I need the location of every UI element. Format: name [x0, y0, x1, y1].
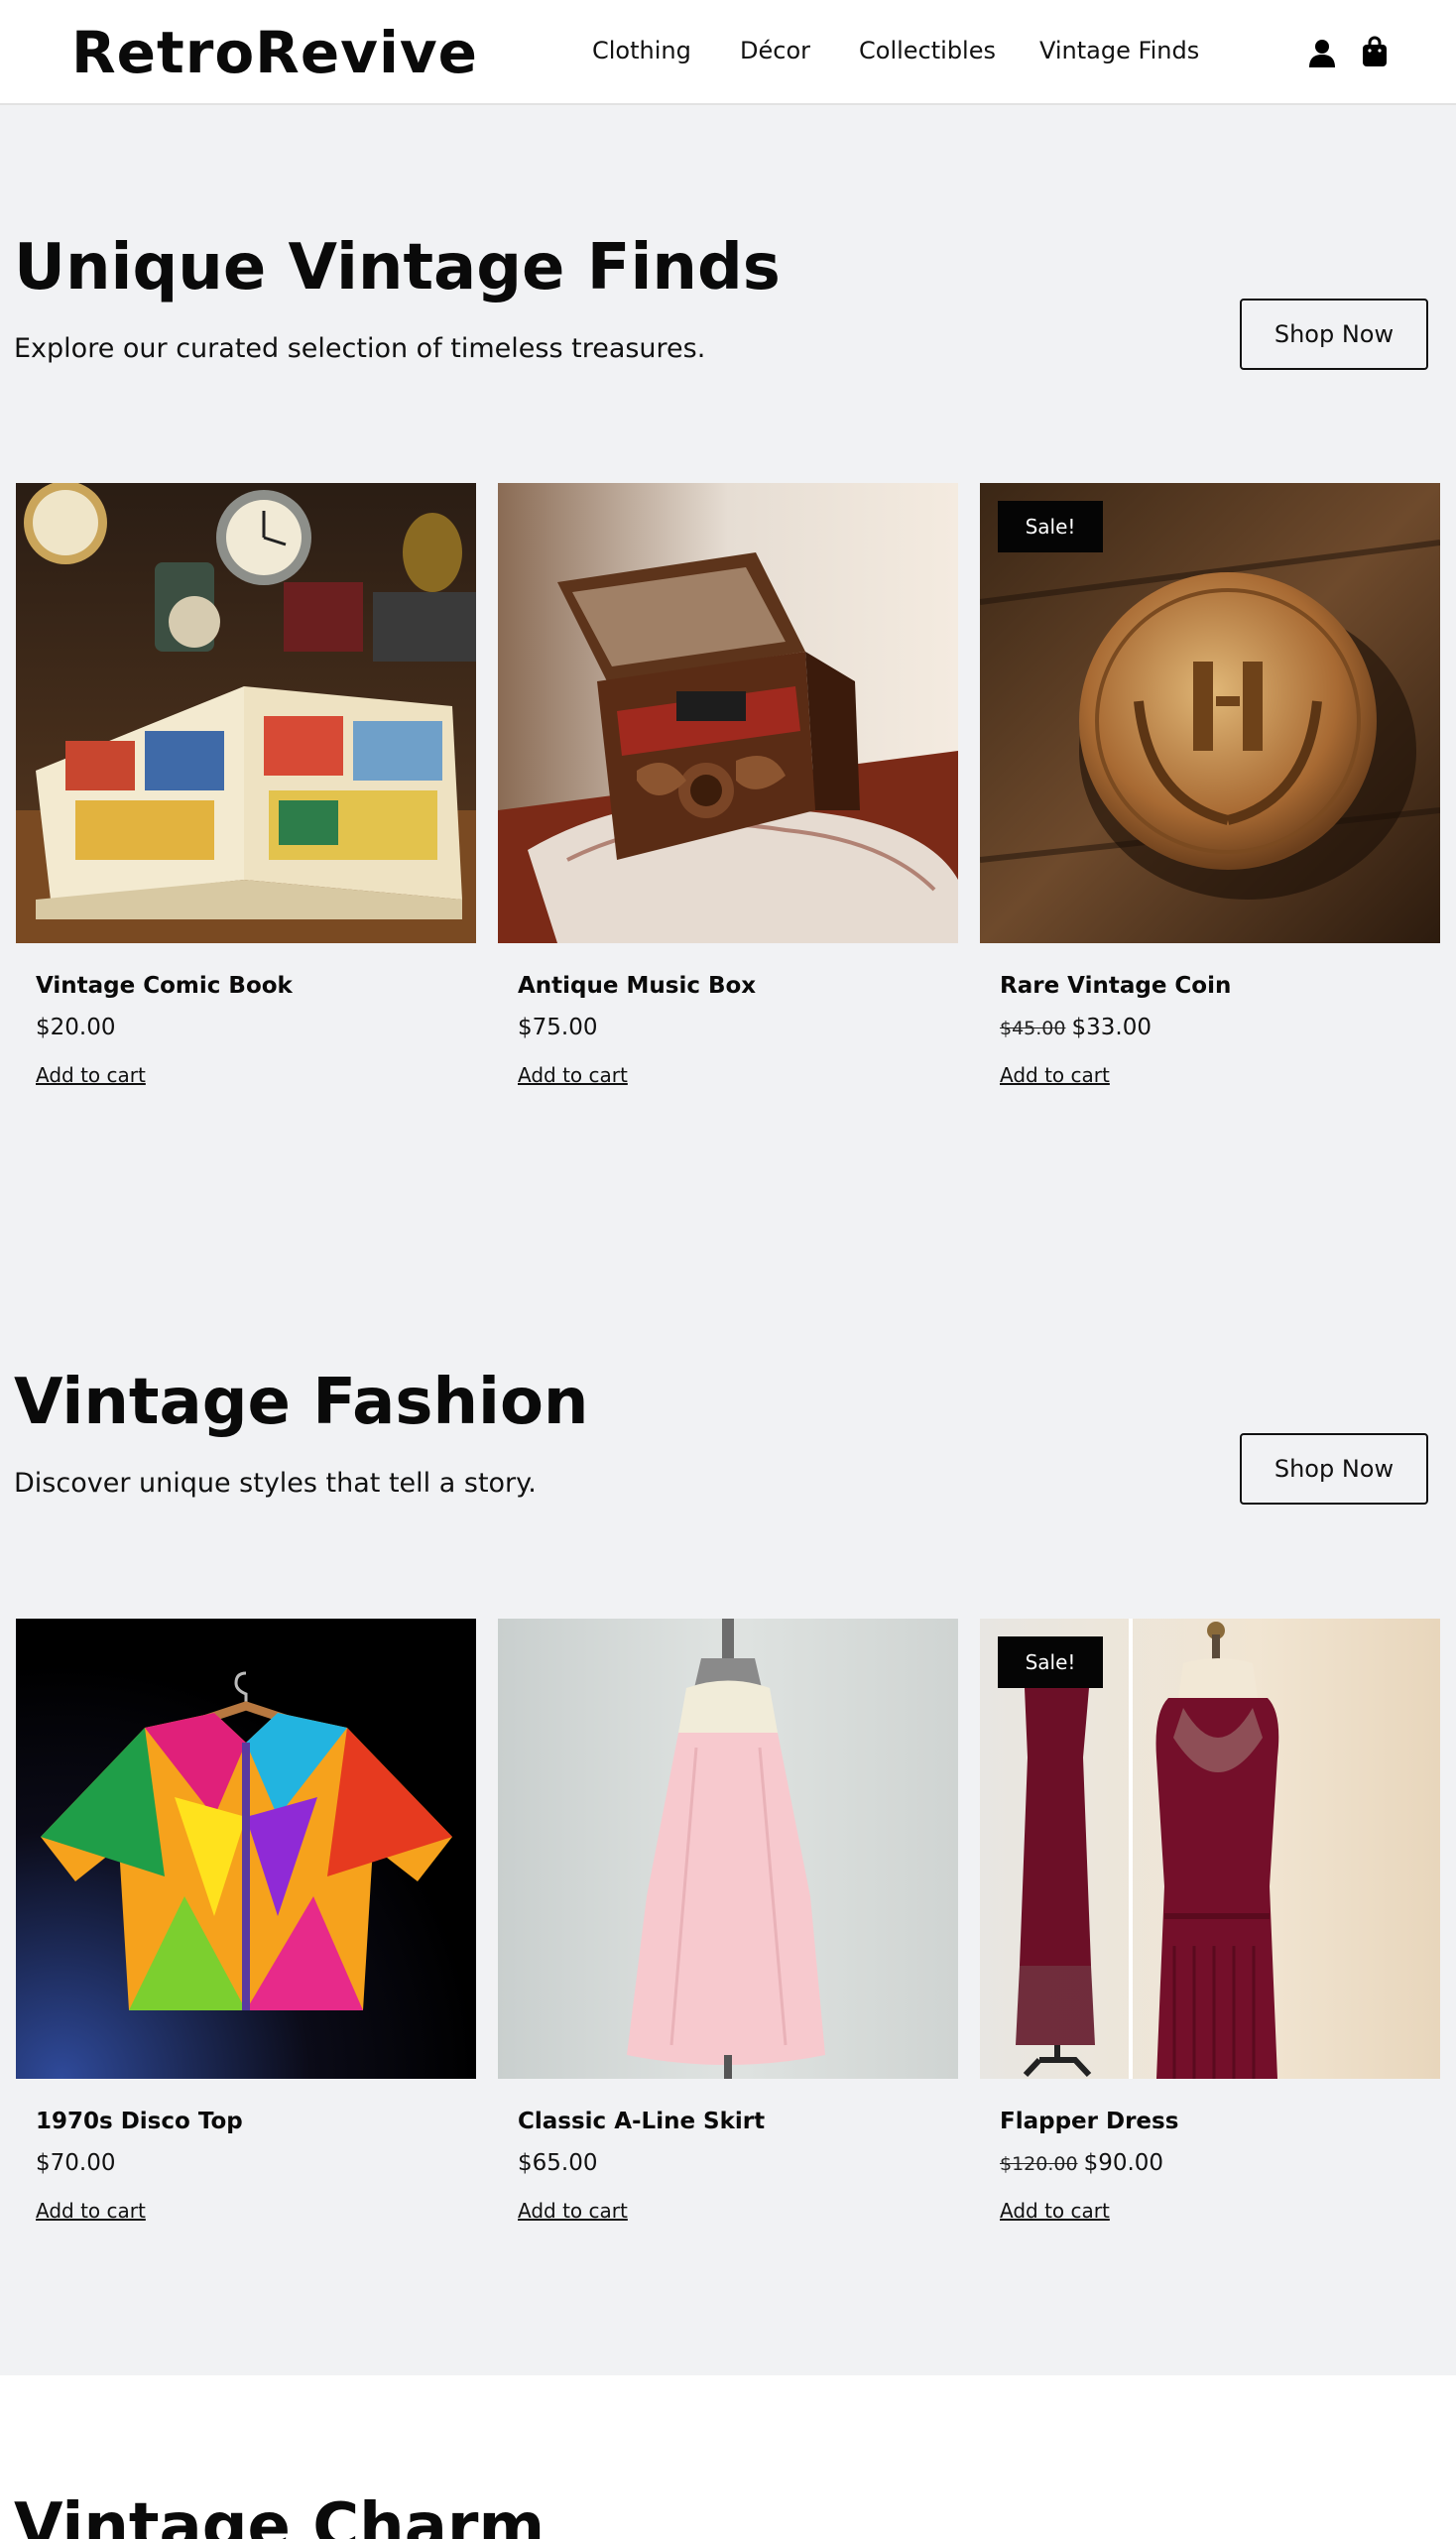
section-subtitle: Explore our curated selection of timeles… [14, 333, 706, 364]
product-price: $20.00 [36, 1013, 115, 1042]
product-name[interactable]: Vintage Comic Book [36, 971, 293, 1001]
section-title: Vintage Fashion [14, 1366, 589, 1439]
nav-vintage-finds[interactable]: Vintage Finds [1039, 34, 1199, 67]
product-price: $75.00 [518, 1013, 597, 1042]
product-image-disco-top[interactable] [16, 1619, 476, 2079]
product-image-a-line-skirt[interactable] [498, 1619, 958, 2079]
shopping-bag-icon[interactable] [1361, 36, 1389, 67]
product-name[interactable]: 1970s Disco Top [36, 2107, 243, 2136]
product-current-price: $33.00 [1071, 1015, 1152, 1040]
product-name[interactable]: Classic A-Line Skirt [518, 2107, 765, 2136]
product-old-price: $45.00 [1000, 1018, 1066, 1039]
product-price: $120.00 $90.00 [1000, 2148, 1163, 2179]
nav-decor[interactable]: Décor [740, 34, 810, 67]
product-card[interactable]: Sale! Rare Vintage Coin $45.00 $33.00 Add… [980, 483, 1440, 1118]
product-name[interactable]: Antique Music Box [518, 971, 756, 1001]
product-current-price: $20.00 [36, 1015, 116, 1040]
product-card[interactable]: Sale! Flapper Dress $120.00 $90.00 Add to… [980, 1619, 1440, 2253]
product-image-comic-book[interactable] [16, 483, 476, 943]
add-to-cart-link[interactable]: Add to cart [1000, 2198, 1110, 2224]
section-subtitle: Discover unique styles that tell a story… [14, 1468, 537, 1499]
nav-collectibles[interactable]: Collectibles [859, 34, 996, 67]
site-logo[interactable]: RetroRevive [71, 18, 478, 87]
product-price: $45.00 $33.00 [1000, 1013, 1152, 1043]
product-current-price: $90.00 [1083, 2150, 1164, 2176]
product-card[interactable]: Vintage Comic Book $20.00 Add to cart [16, 483, 476, 1118]
section-title: Unique Vintage Finds [14, 231, 781, 304]
shop-now-button[interactable]: Shop Now [1240, 299, 1428, 370]
section-title-vintage-charm: Vintage Charm [14, 2490, 546, 2539]
product-name[interactable]: Rare Vintage Coin [1000, 971, 1231, 1001]
product-card[interactable]: 1970s Disco Top $70.00 Add to cart [16, 1619, 476, 2253]
sale-badge: Sale! [998, 1636, 1103, 1688]
add-to-cart-link[interactable]: Add to cart [36, 1062, 146, 1088]
product-current-price: $75.00 [518, 1015, 598, 1040]
user-icon[interactable] [1307, 38, 1337, 67]
product-current-price: $70.00 [36, 2150, 116, 2176]
sale-badge: Sale! [998, 501, 1103, 552]
product-price: $65.00 [518, 2148, 597, 2178]
add-to-cart-link[interactable]: Add to cart [518, 2198, 628, 2224]
add-to-cart-link[interactable]: Add to cart [518, 1062, 628, 1088]
shop-now-button[interactable]: Shop Now [1240, 1433, 1428, 1505]
section-unique-vintage-finds: Unique Vintage Finds Explore our curated… [0, 105, 1456, 1240]
product-card[interactable]: Classic A-Line Skirt $65.00 Add to cart [498, 1619, 958, 2253]
product-card[interactable]: Antique Music Box $75.00 Add to cart [498, 483, 958, 1118]
section-vintage-fashion: Vintage Fashion Discover unique styles t… [0, 1240, 1456, 2375]
product-current-price: $65.00 [518, 2150, 598, 2176]
add-to-cart-link[interactable]: Add to cart [1000, 1062, 1110, 1088]
product-name[interactable]: Flapper Dress [1000, 2107, 1178, 2136]
product-price: $70.00 [36, 2148, 115, 2178]
add-to-cart-link[interactable]: Add to cart [36, 2198, 146, 2224]
nav-clothing[interactable]: Clothing [592, 34, 691, 67]
product-image-music-box[interactable] [498, 483, 958, 943]
site-header: RetroRevive Clothing Décor Collectibles … [0, 0, 1456, 105]
product-old-price: $120.00 [1000, 2153, 1078, 2175]
